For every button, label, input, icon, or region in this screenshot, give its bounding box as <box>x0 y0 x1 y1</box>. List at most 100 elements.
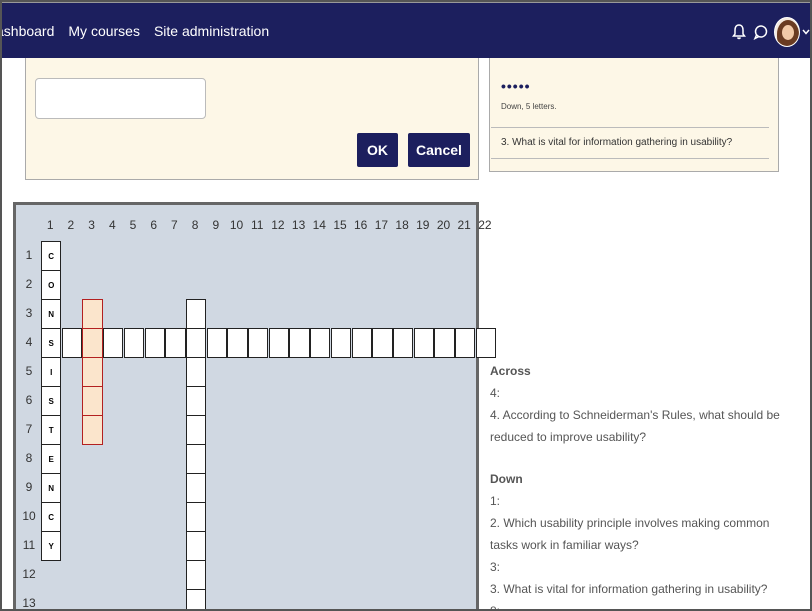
nav-link-dashboard[interactable]: ashboard <box>0 23 54 39</box>
divider <box>491 127 769 128</box>
clue-item[interactable]: 1: <box>490 490 790 512</box>
column-number: 14 <box>312 218 326 232</box>
column-number: 7 <box>171 218 178 232</box>
clue-item[interactable]: 4. According to Schneiderman's Rules, wh… <box>490 404 790 448</box>
column-number: 1 <box>46 218 54 232</box>
crossword-cell[interactable] <box>61 328 83 358</box>
nav-link-my-courses[interactable]: My courses <box>68 23 140 39</box>
nav-icons <box>728 17 812 47</box>
column-number: 12 <box>271 218 285 232</box>
crossword-cell[interactable] <box>475 328 497 358</box>
crossword-cell[interactable] <box>372 328 393 358</box>
crossword-cell[interactable] <box>310 328 331 358</box>
clue-item[interactable]: 8: <box>490 600 790 611</box>
clue-item[interactable]: 3: <box>490 556 790 578</box>
crossword-cell[interactable] <box>185 589 207 611</box>
crossword-cell[interactable] <box>82 415 103 445</box>
column-number: 6 <box>150 218 158 232</box>
column-number: 22 <box>478 218 492 232</box>
crossword-cell[interactable]: I <box>41 357 62 387</box>
column-number: 3 <box>88 218 95 232</box>
clue-question: 3. What is vital for information gatheri… <box>501 137 733 148</box>
crossword-cell[interactable]: N <box>41 299 62 329</box>
row-number: 6 <box>25 393 33 407</box>
nav-link-site-administration[interactable]: Site administration <box>154 23 269 39</box>
row-number: 8 <box>25 451 33 465</box>
column-number: 16 <box>354 218 368 232</box>
crossword-cell[interactable]: T <box>41 415 62 445</box>
crossword-cell[interactable]: C <box>41 241 62 271</box>
crossword-cell[interactable]: Y <box>41 531 62 561</box>
crossword-cell[interactable] <box>268 328 290 358</box>
crossword-cell[interactable] <box>455 328 476 358</box>
crossword-cell[interactable] <box>185 357 207 387</box>
crossword-cell[interactable] <box>185 531 207 561</box>
bell-icon[interactable] <box>728 18 750 46</box>
clue-item[interactable]: 3. What is vital for information gatheri… <box>490 578 790 600</box>
row-number: 5 <box>25 364 33 378</box>
row-number: 3 <box>25 306 33 320</box>
crossword-cell[interactable] <box>82 299 103 329</box>
crossword-cell[interactable] <box>185 502 207 532</box>
crossword-cell[interactable] <box>227 328 248 358</box>
row-number: 2 <box>25 277 33 291</box>
down-heading: Down <box>490 472 523 486</box>
column-number: 15 <box>333 218 347 232</box>
clues-list: Across 4: 4. According to Schneiderman's… <box>490 360 790 611</box>
crossword-cell[interactable] <box>434 328 455 358</box>
current-clue-panel: ••••• Down, 5 letters. 3. What is vital … <box>489 58 779 172</box>
clue-length-hint: Down, 5 letters. <box>501 102 557 111</box>
column-number: 18 <box>395 218 409 232</box>
crossword-cell[interactable] <box>82 357 103 387</box>
crossword-cell[interactable] <box>185 473 207 503</box>
cancel-button[interactable]: Cancel <box>408 133 470 167</box>
row-number: 10 <box>22 509 36 523</box>
row-number: 11 <box>22 538 36 552</box>
crossword-cell[interactable]: N <box>41 473 62 503</box>
row-number: 7 <box>25 422 33 436</box>
answer-input[interactable] <box>35 78 206 119</box>
crossword-cell[interactable] <box>248 328 269 358</box>
crossword-cell[interactable] <box>392 328 414 358</box>
crossword-cell[interactable] <box>330 328 352 358</box>
row-number: 13 <box>22 596 36 610</box>
crossword-cell[interactable] <box>185 299 207 329</box>
crossword-cell[interactable] <box>103 328 124 358</box>
crossword-cell[interactable]: E <box>41 444 62 474</box>
top-navbar: ashboard My courses Site administration <box>0 0 812 58</box>
column-number: 11 <box>250 218 264 232</box>
crossword-cell[interactable] <box>185 415 207 445</box>
crossword-cell[interactable]: S <box>41 328 62 358</box>
ok-button[interactable]: OK <box>357 133 398 167</box>
crossword-cell[interactable] <box>144 328 165 358</box>
clue-item[interactable]: 2. Which usability principle involves ma… <box>490 512 790 556</box>
avatar[interactable] <box>774 17 800 47</box>
crossword-cell[interactable] <box>185 386 207 416</box>
crossword-cell[interactable]: C <box>41 502 62 532</box>
crossword-cell[interactable] <box>351 328 372 358</box>
crossword-cell[interactable] <box>82 386 103 416</box>
across-heading: Across <box>490 364 531 378</box>
crossword-cell[interactable] <box>185 328 207 358</box>
clue-item[interactable]: 4: <box>490 382 790 404</box>
crossword-cell[interactable] <box>185 444 207 474</box>
chevron-down-icon[interactable] <box>800 18 812 46</box>
row-number: 4 <box>25 335 33 349</box>
crossword-cell[interactable] <box>289 328 310 358</box>
row-number: 9 <box>25 480 33 494</box>
crossword-cell[interactable]: O <box>41 270 62 300</box>
chat-icon[interactable] <box>750 18 772 46</box>
crossword-cell[interactable] <box>413 328 434 358</box>
crossword-cell[interactable] <box>206 328 227 358</box>
crossword-cell[interactable] <box>165 328 186 358</box>
nav-links: ashboard My courses Site administration <box>0 23 283 39</box>
crossword-cell[interactable] <box>123 328 145 358</box>
column-number: 5 <box>129 218 137 232</box>
crossword-cell[interactable] <box>185 560 207 590</box>
crossword-cell[interactable] <box>82 328 103 358</box>
row-number: 12 <box>22 567 36 581</box>
column-number: 4 <box>108 218 116 232</box>
crossword-cell[interactable]: S <box>41 386 62 416</box>
column-number: 19 <box>416 218 430 232</box>
column-number: 20 <box>436 218 451 232</box>
